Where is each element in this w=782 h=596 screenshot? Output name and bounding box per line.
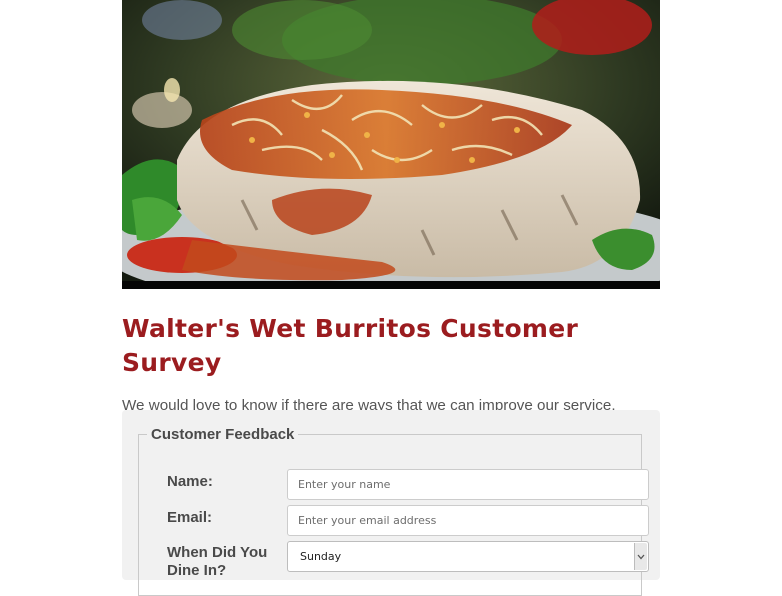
email-label: Email: [167, 509, 213, 526]
dine-in-label-line1: When Did You [167, 544, 268, 561]
name-placeholder: Enter your name [298, 478, 391, 491]
survey-page: Walter's Wet Burritos Customer Survey We… [122, 0, 660, 596]
hero-image [122, 0, 660, 289]
name-label: Name: [167, 473, 213, 490]
burrito-photo [122, 0, 660, 282]
dine-in-label: When Did You Dine In? [167, 544, 267, 580]
dine-in-label-line2: Dine In? [167, 562, 227, 579]
page-title: Walter's Wet Burritos Customer Survey [122, 314, 579, 377]
dine-in-day-select[interactable]: Sunday [287, 541, 649, 572]
name-field[interactable]: Enter your name [287, 469, 649, 500]
dine-in-day-value: Sunday [300, 550, 342, 563]
customer-feedback-fieldset: Customer Feedback Name: Enter your name … [138, 426, 649, 596]
form-panel: Customer Feedback Name: Enter your name … [122, 410, 660, 596]
hero-bottom-bar [122, 281, 660, 289]
email-placeholder: Enter your email address [298, 514, 437, 527]
chevron-down-icon [637, 554, 645, 560]
fieldset-legend: Customer Feedback [151, 426, 295, 443]
select-arrow-button[interactable] [634, 543, 647, 570]
email-field[interactable]: Enter your email address [287, 505, 649, 536]
